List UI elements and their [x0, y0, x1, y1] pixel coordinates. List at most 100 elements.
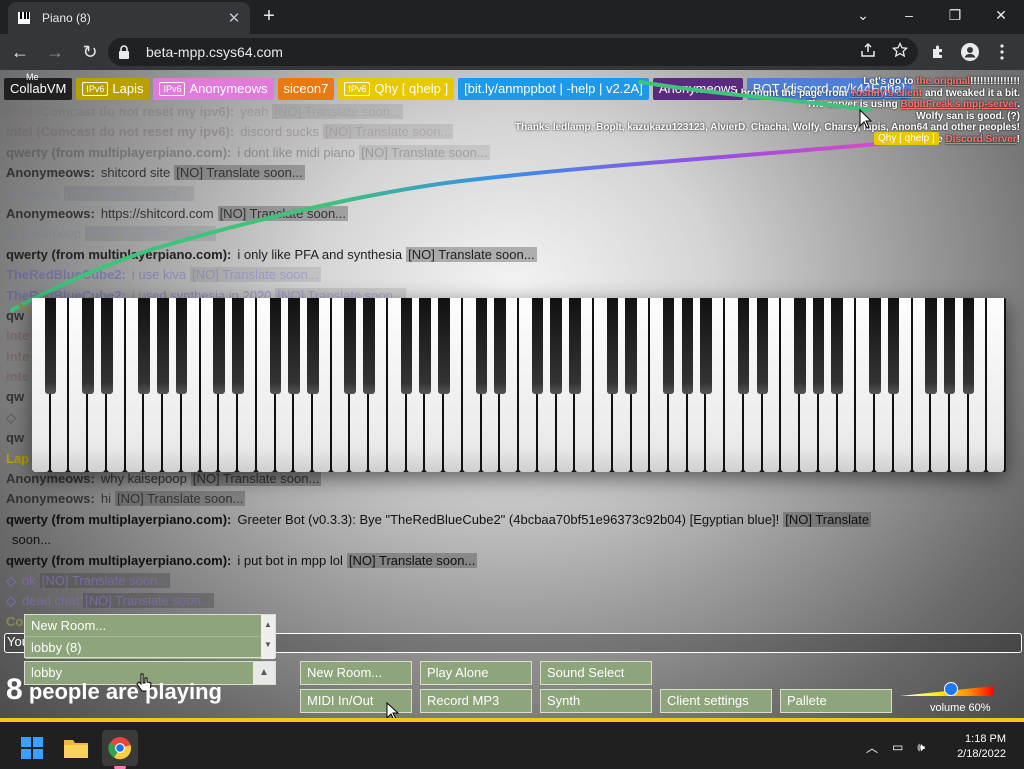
- chat-message: Anonymeows: hi [NO] Translate soon...: [6, 489, 1018, 509]
- room-list[interactable]: New Room... lobby (8) ▲ ▼: [24, 614, 276, 659]
- black-key[interactable]: [962, 298, 975, 394]
- minimize-button[interactable]: –: [886, 0, 932, 30]
- play-alone-button[interactable]: Play Alone: [420, 661, 532, 685]
- mouse-pointer-icon: [386, 702, 400, 718]
- chat-message: Anonymeows: why kaisepoop [NO] Translate s…: [6, 469, 1018, 489]
- black-key[interactable]: [700, 298, 712, 394]
- chat-author[interactable]: qw: [6, 430, 24, 445]
- black-key[interactable]: [737, 298, 750, 394]
- restore-button[interactable]: ❐: [932, 0, 978, 30]
- palette-button[interactable]: Pallete: [780, 689, 892, 713]
- chat-author[interactable]: Lap: [6, 451, 29, 466]
- chat-author[interactable]: ◇: [6, 573, 16, 588]
- chat-author[interactable]: Inte: [6, 369, 29, 384]
- chat-text: ok: [22, 572, 36, 588]
- chat-message: qwerty (from multiplayerpiano.com): i put…: [6, 551, 1018, 571]
- system-clock[interactable]: 1:18 PM 2/18/2022: [957, 732, 1006, 762]
- black-key[interactable]: [831, 298, 844, 394]
- start-button[interactable]: [14, 730, 50, 766]
- black-key[interactable]: [606, 298, 619, 394]
- synth-button[interactable]: Synth: [540, 689, 652, 713]
- arrow-right-icon: →: [46, 41, 64, 62]
- new-room-button[interactable]: New Room...: [300, 661, 412, 685]
- chat-author[interactable]: qw: [6, 389, 24, 404]
- forward-button[interactable]: →: [40, 37, 70, 67]
- black-key[interactable]: [213, 298, 225, 394]
- black-key[interactable]: [625, 298, 637, 394]
- black-key[interactable]: [344, 298, 357, 394]
- black-key[interactable]: [269, 298, 282, 394]
- close-window-button[interactable]: ✕: [978, 0, 1024, 30]
- tab-close-icon[interactable]: ✕: [226, 9, 242, 27]
- chat-author[interactable]: ◇: [6, 593, 16, 608]
- extensions-icon[interactable]: [924, 38, 952, 66]
- volume-slider[interactable]: volume 60%: [898, 680, 996, 718]
- piano-keyboard[interactable]: [32, 298, 1006, 472]
- black-key[interactable]: [943, 298, 956, 394]
- black-key[interactable]: [44, 298, 57, 394]
- menu-kebab-icon[interactable]: [988, 38, 1016, 66]
- address-bar[interactable]: beta-mpp.csys64.com: [108, 38, 918, 66]
- black-key[interactable]: [363, 298, 375, 394]
- chat-author[interactable]: qwerty (from multiplayerpiano.com):: [6, 512, 231, 527]
- black-key[interactable]: [306, 298, 319, 394]
- chrome-button[interactable]: [102, 730, 138, 766]
- record-mp3-button[interactable]: Record MP3: [420, 689, 532, 713]
- translate-tag: [NO] Translate soon...: [346, 552, 478, 568]
- chevron-up-icon[interactable]: ︿: [866, 739, 878, 756]
- sound-select-button[interactable]: Sound Select: [540, 661, 652, 685]
- black-key[interactable]: [138, 298, 150, 394]
- room-list-scrollbar[interactable]: ▲ ▼: [261, 615, 275, 659]
- share-icon[interactable]: [860, 42, 876, 61]
- black-key[interactable]: [550, 298, 563, 394]
- tab-search-button[interactable]: ⌄: [840, 0, 886, 30]
- lock-icon: [118, 45, 134, 59]
- translate-tag: [NO] Translate: [783, 511, 872, 527]
- black-key[interactable]: [232, 298, 244, 394]
- black-key[interactable]: [82, 298, 94, 394]
- display-icon[interactable]: ▭: [892, 740, 903, 754]
- client-settings-button[interactable]: Client settings: [660, 689, 772, 713]
- black-key[interactable]: [531, 298, 544, 394]
- chat-author[interactable]: Anonymeows:: [6, 471, 95, 486]
- black-key[interactable]: [812, 298, 825, 394]
- system-tray: ︿ ▭ 🕪: [866, 732, 925, 762]
- black-key[interactable]: [419, 298, 431, 394]
- reload-button[interactable]: ↻: [75, 37, 105, 67]
- speaker-icon[interactable]: 🕪: [917, 740, 925, 755]
- profile-icon[interactable]: [956, 38, 984, 66]
- chat-text: i put bot in mpp lol: [237, 552, 343, 568]
- black-key[interactable]: [288, 298, 300, 394]
- black-key[interactable]: [887, 298, 900, 394]
- bookmark-star-icon[interactable]: [891, 41, 909, 61]
- browser-tab[interactable]: Piano (8) ✕: [8, 2, 250, 34]
- black-key[interactable]: [569, 298, 581, 394]
- black-key[interactable]: [175, 298, 188, 394]
- black-key[interactable]: [157, 298, 169, 394]
- black-key[interactable]: [868, 298, 881, 394]
- room-item-lobby[interactable]: lobby (8): [25, 637, 275, 659]
- black-key[interactable]: [494, 298, 506, 394]
- black-key[interactable]: [925, 298, 937, 394]
- new-tab-button[interactable]: +: [258, 6, 280, 28]
- file-explorer-button[interactable]: [58, 730, 94, 766]
- browser-toolbar: ← → ↻ beta-mpp.csys64.com: [0, 34, 1024, 70]
- black-key[interactable]: [756, 298, 769, 394]
- black-key[interactable]: [662, 298, 675, 394]
- black-key[interactable]: [400, 298, 413, 394]
- black-key[interactable]: [475, 298, 488, 394]
- room-item-new[interactable]: New Room...: [25, 615, 275, 637]
- black-key[interactable]: [681, 298, 694, 394]
- volume-label: volume 60%: [930, 702, 991, 714]
- clock-time: 1:18 PM: [965, 733, 1006, 745]
- chat-author[interactable]: ◇: [6, 410, 16, 425]
- chat-author[interactable]: qwerty (from multiplayerpiano.com):: [6, 553, 231, 568]
- translate-tag: [NO] Translate soon...: [114, 491, 246, 507]
- black-key[interactable]: [438, 298, 450, 394]
- back-button[interactable]: ←: [5, 37, 35, 67]
- players-count: 8 people are playing: [6, 675, 222, 706]
- black-key[interactable]: [100, 298, 113, 394]
- chat-author[interactable]: Anonymeows:: [6, 491, 95, 506]
- caret-up-icon[interactable]: ▲: [253, 662, 275, 684]
- black-key[interactable]: [793, 298, 806, 394]
